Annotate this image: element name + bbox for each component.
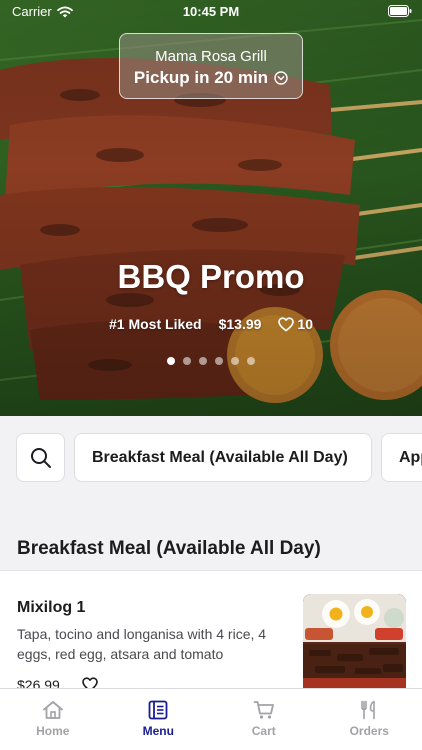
carousel-dot[interactable] [215, 357, 223, 365]
battery-icon [388, 5, 412, 20]
tab-label: Orders [349, 724, 389, 738]
tab-cart[interactable]: Cart [211, 689, 317, 750]
category-bar: Breakfast Meal (Available All Day) App [0, 416, 422, 508]
search-icon [30, 447, 51, 468]
carousel-dot[interactable] [231, 357, 239, 365]
tab-label: Cart [251, 724, 276, 738]
section-header: Breakfast Meal (Available All Day) [0, 526, 422, 571]
menu-item[interactable]: Mixilog 1 Tapa, tocino and longanisa wit… [0, 571, 422, 693]
tab-bar: Home Menu Cart Orders [0, 688, 422, 750]
promo-badge: #1 Most Liked [109, 316, 202, 332]
promo-title: BBQ Promo [117, 258, 305, 295]
status-bar: Carrier 10:45 PM [0, 0, 422, 22]
store-selector[interactable]: Mama Rosa Grill Pickup in 20 min [119, 33, 303, 99]
menu-item-description: Tapa, tocino and longanisa with 4 rice, … [17, 626, 267, 662]
tab-menu[interactable]: Menu [106, 689, 212, 750]
tab-label: Menu [142, 724, 174, 738]
category-chip-label: App [399, 448, 422, 466]
carousel-dot[interactable] [183, 357, 191, 365]
pickup-time: Pickup in 20 min [120, 68, 302, 88]
menu-icon [148, 700, 168, 720]
store-name: Mama Rosa Grill [155, 48, 267, 65]
tab-label: Home [36, 724, 70, 738]
home-icon [42, 701, 63, 719]
carousel-dot[interactable] [167, 357, 175, 365]
category-chip-appetizers[interactable]: App [381, 433, 422, 482]
app-screen: Carrier 10:45 PM Mama Rosa Grill Pickup … [0, 0, 422, 750]
pickup-time-label: Pickup in 20 min [133, 68, 269, 87]
chevron-down-circle-icon [274, 71, 288, 85]
search-button[interactable] [16, 433, 65, 482]
carousel-dot[interactable] [247, 357, 255, 365]
section-title: Breakfast Meal (Available All Day) [17, 538, 321, 559]
promo-meta: #1 Most Liked $13.99 10 [0, 316, 422, 332]
status-time: 10:45 PM [182, 4, 240, 19]
category-chip-breakfast[interactable]: Breakfast Meal (Available All Day) [74, 433, 372, 482]
menu-item-image [303, 594, 406, 689]
section-spacer [0, 508, 422, 526]
tab-orders[interactable]: Orders [317, 689, 422, 750]
promo-likes-count: 10 [297, 316, 313, 332]
tab-home[interactable]: Home [0, 689, 106, 750]
menu-item-name: Mixilog 1 [17, 599, 86, 616]
carousel-pagination[interactable] [0, 357, 422, 365]
orders-icon [361, 700, 376, 720]
carousel-dot[interactable] [199, 357, 207, 365]
category-chip-label: Breakfast Meal (Available All Day) [92, 448, 348, 466]
cart-icon [253, 701, 274, 719]
promo-likes[interactable]: 10 [278, 316, 313, 332]
promo-banner[interactable]: Carrier 10:45 PM Mama Rosa Grill Pickup … [0, 0, 422, 416]
promo-price: $13.99 [218, 316, 262, 332]
heart-icon [278, 316, 295, 331]
